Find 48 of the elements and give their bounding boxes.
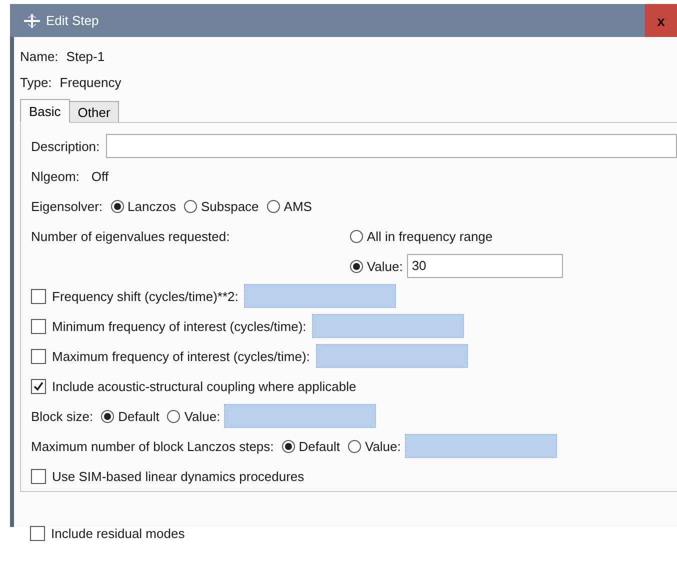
checkbox[interactable] [31, 468, 46, 484]
field-label: Maximum number of block Lanczos steps: [31, 438, 274, 454]
option-label: Lanczos [128, 198, 176, 214]
field-label: Name: [20, 48, 58, 64]
field-label: Description: [31, 138, 100, 154]
option-label: Default [118, 408, 160, 424]
option-label: Subspace [200, 198, 259, 214]
radio-button[interactable] [282, 440, 295, 452]
checkbox-label: Include residual modes [51, 526, 185, 540]
option-label: All in frequency range [366, 228, 493, 244]
field-value: Frequency [60, 74, 122, 90]
input-field[interactable]: 30 [406, 254, 563, 278]
radio-button[interactable] [101, 410, 114, 422]
field-label: Type: [20, 74, 52, 90]
option-label: Value: [184, 408, 220, 424]
option-label: Value: [366, 258, 403, 274]
checkbox-label: Frequency shift (cycles/time)**2: [52, 288, 238, 304]
radio-button[interactable] [348, 440, 361, 452]
radio-button[interactable] [184, 200, 197, 212]
app-icon [24, 14, 40, 28]
radio-button[interactable] [167, 410, 180, 422]
option-label: AMS [284, 198, 312, 214]
window-title: Edit Step [46, 13, 100, 28]
close-button[interactable]: x [645, 4, 677, 37]
radio-button[interactable] [110, 200, 124, 212]
checkbox-label: Include acoustic-structural coupling where applicable [52, 378, 356, 394]
radio-button[interactable] [350, 230, 363, 242]
field-label: Eigensolver: [31, 198, 103, 214]
checkbox[interactable] [31, 288, 46, 304]
radio-button[interactable] [350, 260, 363, 272]
radio-button[interactable] [266, 200, 280, 212]
field-label: Nlgeom: [31, 168, 80, 184]
tab[interactable]: Basic [20, 99, 70, 123]
checkbox[interactable] [30, 526, 45, 540]
option-label: Value: [364, 438, 401, 454]
checkbox-label: Use SIM-based linear dynamics procedures [52, 468, 304, 484]
option-label: Default [298, 438, 340, 454]
field-label: Number of eigenvalues requested: [31, 228, 231, 246]
field-label: Block size: [31, 408, 94, 424]
checkbox-label: Minimum frequency of interest (cycles/time): [52, 318, 306, 334]
input-field[interactable] [106, 134, 677, 158]
field-value: Step-1 [66, 48, 105, 64]
checkbox[interactable] [31, 318, 46, 334]
checkbox[interactable] [31, 378, 46, 394]
checkbox[interactable] [31, 348, 46, 364]
tab[interactable]: Other [68, 101, 120, 122]
field-value: Off [91, 168, 109, 184]
checkbox-label: Maximum frequency of interest (cycles/time): [52, 348, 310, 364]
